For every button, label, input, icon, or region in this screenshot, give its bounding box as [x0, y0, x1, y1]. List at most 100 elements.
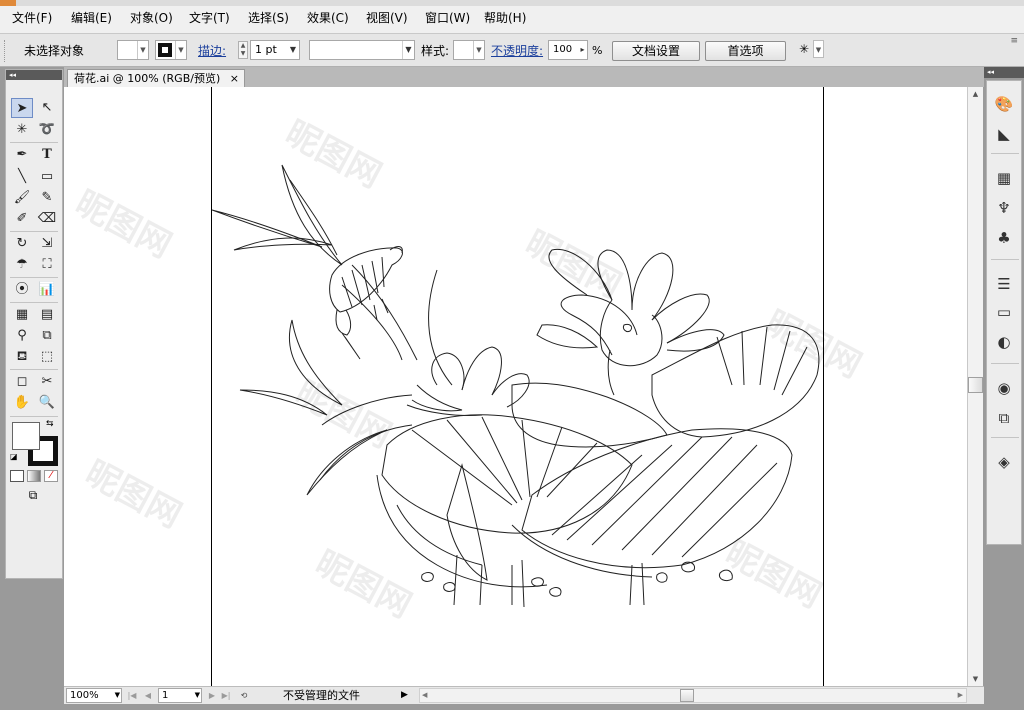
screen-mode-icon[interactable]: ⧉: [22, 488, 44, 502]
graphic-styles-icon[interactable]: ⧉: [993, 407, 1015, 429]
gradient-panel-icon[interactable]: ▭: [993, 301, 1015, 323]
type-icon[interactable]: T: [36, 145, 58, 165]
direct-selection-icon[interactable]: ↖: [36, 98, 58, 118]
last-artboard-icon[interactable]: ▶|: [220, 689, 232, 702]
control-bar-grip[interactable]: [4, 40, 8, 62]
rotate-icon[interactable]: ↻: [11, 234, 33, 254]
magic-wand-icon[interactable]: ✳: [11, 120, 33, 140]
fill-color-swatch[interactable]: ▼: [117, 40, 149, 60]
opacity-label[interactable]: 不透明度:: [491, 43, 543, 59]
warp-icon[interactable]: ☂: [11, 255, 33, 275]
eyedropper-icon[interactable]: ⚲: [11, 326, 33, 346]
app-logo-icon: [0, 0, 16, 6]
version-cue-icon[interactable]: ⟲: [238, 689, 250, 702]
next-artboard-icon[interactable]: ▶: [206, 689, 218, 702]
fill-color-box[interactable]: [12, 422, 40, 450]
live-paint-select-icon[interactable]: ⬚: [36, 347, 58, 367]
variable-width-profile[interactable]: ▼: [309, 40, 415, 60]
menu-view[interactable]: 视图(V): [366, 9, 408, 27]
color-mode-button[interactable]: [10, 470, 24, 482]
control-bar: 未选择对象 ▼ ▼ 描边: ▲ ▼ 1 pt ▼ ▼ 样式: ▼ 不透明度: 100…: [0, 34, 1024, 67]
menu-type[interactable]: 文字(T): [189, 9, 230, 27]
rectangle-icon[interactable]: ▭: [36, 167, 58, 187]
menu-object[interactable]: 对象(O): [130, 9, 173, 27]
zoom-field[interactable]: 100% ▼: [66, 688, 122, 703]
chevron-down-icon: ▼: [473, 41, 484, 59]
menu-effect[interactable]: 效果(C): [307, 9, 349, 27]
scroll-down-icon[interactable]: ▼: [968, 672, 983, 686]
menu-edit[interactable]: 编辑(E): [71, 9, 112, 27]
free-transform-icon[interactable]: ⛶: [36, 255, 58, 275]
scale-icon[interactable]: ⇲: [36, 234, 58, 254]
slice-icon[interactable]: ✂: [36, 372, 58, 392]
document-tab[interactable]: 荷花.ai @ 100% (RGB/预览) ×: [67, 69, 245, 87]
color-guide-icon[interactable]: ◣: [993, 123, 1015, 145]
swap-colors-icon[interactable]: ⇆: [46, 419, 54, 429]
first-artboard-icon[interactable]: |◀: [126, 689, 138, 702]
status-info[interactable]: 不受管理的文件: [283, 688, 360, 703]
pencil-icon[interactable]: ✎: [36, 188, 58, 208]
align-options-button[interactable]: ✳ ▼: [797, 40, 824, 60]
vertical-scrollbar[interactable]: ▲ ▼: [967, 87, 983, 686]
lasso-icon[interactable]: ➰: [36, 120, 58, 140]
stroke-label[interactable]: 描边:: [198, 43, 226, 59]
scroll-right-icon[interactable]: ▶: [958, 689, 963, 702]
opacity-field[interactable]: 100 ▸: [548, 40, 588, 60]
default-colors-icon[interactable]: ◪: [10, 452, 18, 461]
artboard-icon[interactable]: ◻: [11, 372, 33, 392]
blend-icon[interactable]: ⧉: [36, 326, 58, 346]
stroke-weight-field[interactable]: 1 pt ▼: [250, 40, 300, 60]
symbol-sprayer-icon[interactable]: ⦿: [11, 280, 33, 300]
gradient-icon[interactable]: ▤: [36, 305, 58, 325]
selection-status: 未选择对象: [24, 44, 85, 58]
stroke-preview: [158, 43, 172, 57]
eraser-icon[interactable]: ⌫: [36, 209, 58, 229]
scroll-up-icon[interactable]: ▲: [968, 87, 983, 101]
scroll-left-icon[interactable]: ◀: [422, 689, 427, 702]
transparency-icon[interactable]: ◐: [993, 331, 1015, 353]
tools-panel-area: ◂◂ ➤ ↖ ✳ ➰ ✒ T ╲ ▭ 🖌 ✎ ✐ ⌫ ↻ ⇲ ☂ ⛶ ⦿ 📊 ▦…: [0, 67, 64, 710]
none-mode-button[interactable]: ⁄: [44, 470, 58, 482]
expand-panels-icon[interactable]: ◂◂: [984, 67, 1024, 78]
stroke-color-swatch[interactable]: ▼: [155, 40, 187, 60]
mesh-icon[interactable]: ▦: [11, 305, 33, 325]
panel-menu-icon[interactable]: ≡: [1010, 36, 1018, 46]
menu-window[interactable]: 窗口(W): [425, 9, 470, 27]
chevron-down-icon: ▼: [175, 41, 186, 59]
stroke-spinner[interactable]: ▲ ▼: [238, 41, 248, 59]
brushes-icon[interactable]: ♆: [993, 197, 1015, 219]
menu-help[interactable]: 帮助(H): [484, 9, 526, 27]
collapse-panel-icon[interactable]: ◂◂: [6, 70, 62, 80]
previous-artboard-icon[interactable]: ◀: [142, 689, 154, 702]
blob-brush-icon[interactable]: ✐: [11, 209, 33, 229]
zoom-icon[interactable]: 🔍: [36, 393, 58, 413]
layers-icon[interactable]: ◈: [993, 451, 1015, 473]
artboard[interactable]: [211, 87, 824, 686]
horizontal-scroll-thumb[interactable]: [680, 689, 694, 702]
hand-icon[interactable]: ✋: [11, 393, 33, 413]
horizontal-scrollbar[interactable]: ◀ ▶: [419, 688, 967, 703]
status-menu-icon[interactable]: ▶: [401, 688, 408, 703]
graphic-style-swatch[interactable]: ▼: [453, 40, 485, 60]
gradient-mode-button[interactable]: [27, 470, 41, 482]
line-icon[interactable]: ╲: [11, 167, 33, 187]
live-paint-icon[interactable]: ⛾: [11, 347, 33, 367]
color-palette-icon[interactable]: 🎨: [993, 93, 1015, 115]
preferences-button[interactable]: 首选项: [705, 41, 786, 61]
document-tab-title: 荷花.ai @ 100% (RGB/预览): [74, 72, 221, 85]
artboard-number-field[interactable]: 1 ▼: [158, 688, 202, 703]
document-canvas[interactable]: 昵图网 昵图网 昵图网 昵图网 昵图网 昵图网 昵图网 昵图网: [64, 87, 967, 686]
selection-icon[interactable]: ➤: [11, 98, 33, 118]
document-setup-button[interactable]: 文档设置: [612, 41, 700, 61]
close-icon[interactable]: ×: [230, 70, 239, 87]
menu-select[interactable]: 选择(S): [248, 9, 289, 27]
graph-icon[interactable]: 📊: [36, 280, 58, 300]
swatches-icon[interactable]: ▦: [993, 167, 1015, 189]
paintbrush-icon[interactable]: 🖌: [11, 188, 33, 208]
menu-file[interactable]: 文件(F): [12, 9, 52, 27]
symbols-icon[interactable]: ♣: [993, 227, 1015, 249]
pen-icon[interactable]: ✒: [11, 145, 33, 165]
stroke-icon[interactable]: ☰: [993, 273, 1015, 295]
appearance-icon[interactable]: ◉: [993, 377, 1015, 399]
vertical-scroll-thumb[interactable]: [968, 377, 983, 393]
